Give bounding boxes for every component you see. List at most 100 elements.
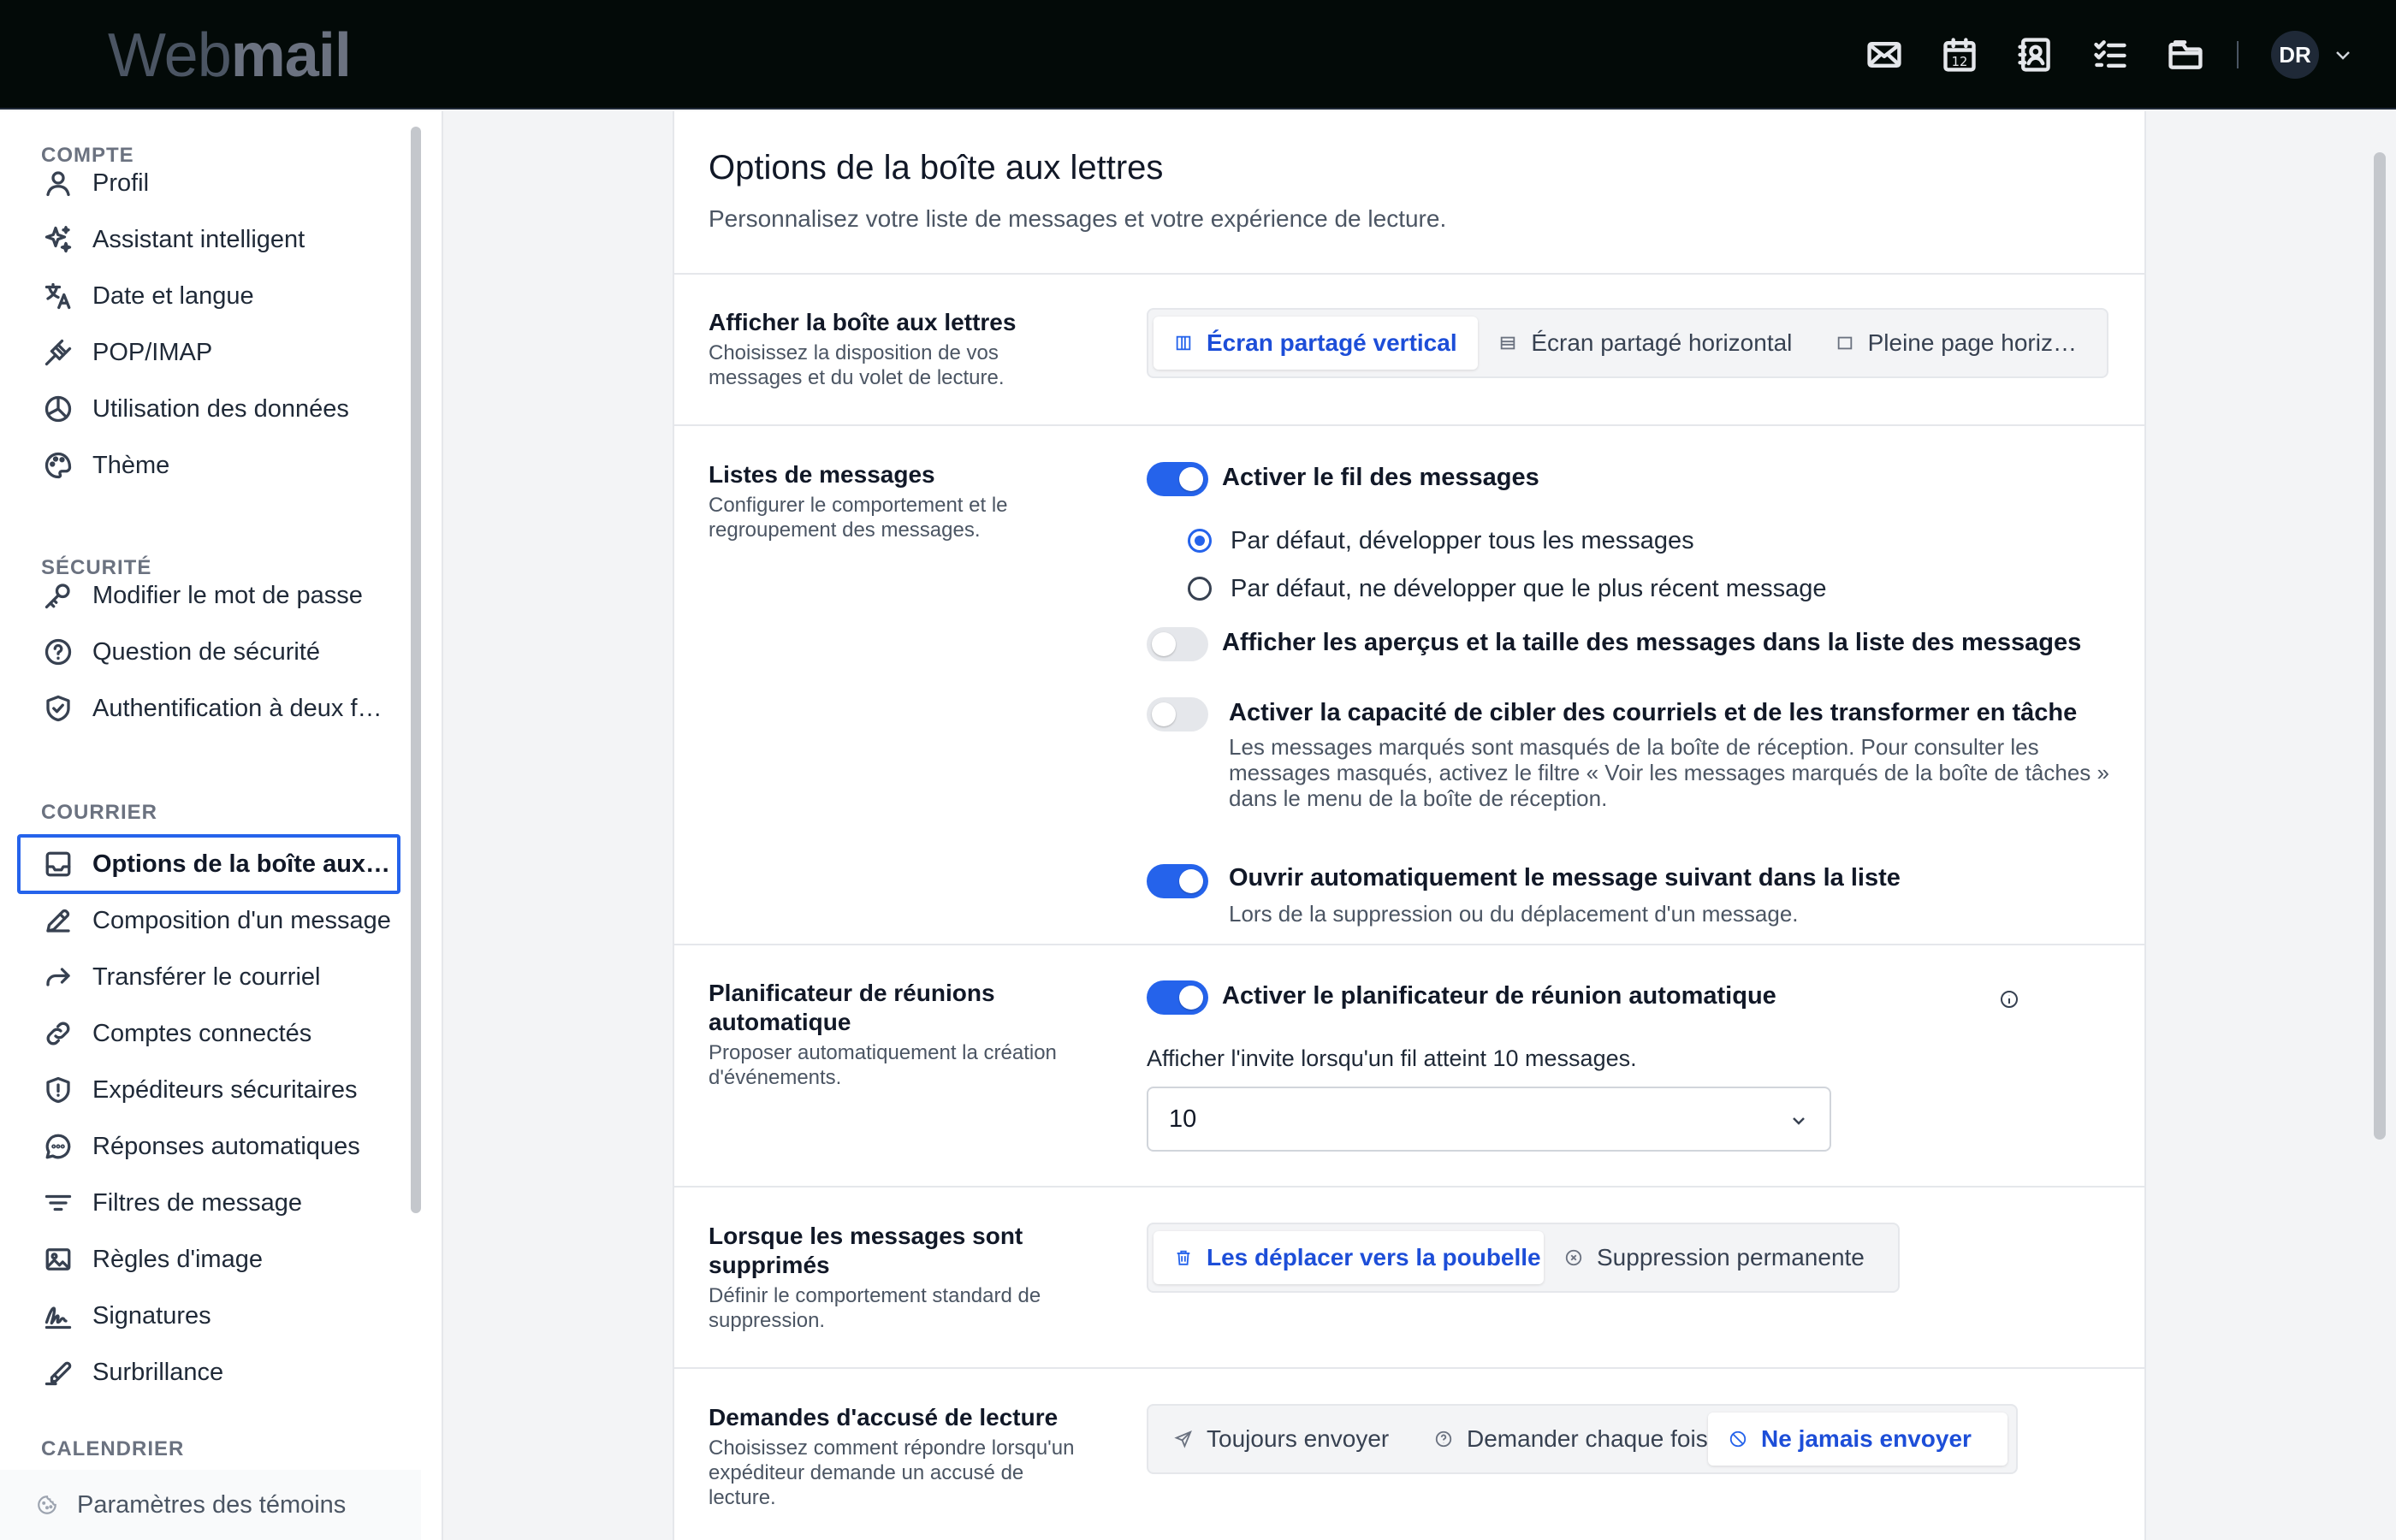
threading-label: Activer le fil des messages bbox=[1222, 464, 1539, 491]
image-icon bbox=[45, 1248, 71, 1270]
mail-icon[interactable] bbox=[1862, 33, 1907, 77]
previews-label: Afficher les aperçus et la taille des me… bbox=[1222, 629, 2082, 656]
layout-option-horizontal[interactable]: Écran partagé horizontal bbox=[1478, 317, 1814, 370]
sidebar-item-deux-facteurs[interactable]: Authentification à deux facteurs bbox=[17, 678, 400, 738]
toggle-knob bbox=[1152, 702, 1176, 726]
sidebar-item-label: Profil bbox=[92, 169, 150, 197]
tasks-help-text: Les messages marqués sont masqués de la … bbox=[1229, 734, 2109, 811]
scheduler-section-title: Planificateur de réunions automatique bbox=[709, 980, 995, 1035]
lists-section-desc: Configurer le comportement et le regroup… bbox=[709, 494, 1008, 542]
sidebar-item-label: POP/IMAP bbox=[92, 338, 213, 366]
layout-option-vertical[interactable]: Écran partagé vertical bbox=[1154, 317, 1479, 370]
threading-toggle[interactable] bbox=[1147, 462, 1208, 496]
section-divider bbox=[674, 424, 2146, 426]
section-header-calendrier: CALENDRIER bbox=[41, 1437, 185, 1460]
sidebar-item-options-boite[interactable]: Options de la boîte aux lettres bbox=[17, 834, 400, 894]
sidebar-item-utilisation-donnees[interactable]: Utilisation des données bbox=[17, 379, 400, 439]
previews-toggle[interactable] bbox=[1147, 627, 1208, 661]
autoopen-toggle[interactable] bbox=[1147, 864, 1208, 898]
question-circle-icon bbox=[44, 638, 72, 666]
sidebar-item-regles-image[interactable]: Règles d'image bbox=[17, 1229, 400, 1289]
threshold-label: Afficher l'invite lorsqu'un fil atteint … bbox=[1147, 1045, 1637, 1071]
sidebar-item-label: Question de sécurité bbox=[92, 637, 320, 666]
topbar-divider bbox=[2237, 41, 2239, 68]
display-section-desc: Choisissez la disposition de vos message… bbox=[709, 341, 1005, 389]
sidebar-item-label: Transférer le courriel bbox=[92, 962, 321, 991]
sidebar-item-composition[interactable]: Composition d'un message bbox=[17, 891, 400, 951]
radio-expand-recent-label: Par défaut, ne développer que le plus ré… bbox=[1231, 575, 1827, 602]
deletion-segmented: Les déplacer vers la poubelle Suppressio… bbox=[1147, 1223, 1900, 1293]
sidebar-item-label: Réponses automatiques bbox=[92, 1132, 360, 1160]
x-circle-icon bbox=[1565, 1249, 1582, 1266]
contacts-icon[interactable] bbox=[2013, 33, 2057, 77]
sidebar-scrollbar[interactable] bbox=[411, 127, 421, 1213]
svg-text:12: 12 bbox=[1952, 55, 1968, 69]
sidebar-item-question-securite[interactable]: Question de sécurité bbox=[17, 622, 400, 682]
forward-arrow-icon bbox=[46, 968, 70, 986]
send-icon bbox=[1174, 1430, 1192, 1448]
sidebar-item-expediteurs[interactable]: Expéditeurs sécuritaires bbox=[17, 1060, 400, 1120]
sidebar-item-mot-de-passe[interactable]: Modifier le mot de passe bbox=[17, 566, 400, 625]
receipts-option-ask[interactable]: Demander chaque fois bbox=[1414, 1413, 1708, 1466]
scheduler-label: Activer le planificateur de réunion auto… bbox=[1222, 982, 1776, 1010]
receipts-option-always[interactable]: Toujours envoyer bbox=[1154, 1413, 1414, 1466]
sidebar-item-label: Comptes connectés bbox=[92, 1019, 312, 1047]
sidebar-item-profil[interactable]: Profil bbox=[17, 153, 400, 213]
radio-expand-recent[interactable] bbox=[1188, 577, 1212, 601]
split-vertical-icon bbox=[1176, 335, 1191, 351]
sidebar-item-filtres[interactable]: Filtres de message bbox=[17, 1173, 400, 1233]
ban-icon bbox=[1729, 1430, 1747, 1448]
sidebar-item-label: Utilisation des données bbox=[92, 394, 349, 423]
cookie-icon bbox=[38, 1496, 56, 1514]
sidebar-item-label: Authentification à deux facteurs bbox=[92, 694, 392, 722]
translate-icon bbox=[44, 282, 71, 310]
chevron-down-icon[interactable] bbox=[2333, 44, 2353, 65]
cookie-settings-link[interactable]: Paramètres des témoins bbox=[0, 1470, 421, 1540]
display-section-title: Afficher la boîte aux lettres bbox=[709, 309, 1017, 335]
info-icon[interactable] bbox=[1999, 989, 2019, 1010]
sidebar-item-surbrillance[interactable]: Surbrillance bbox=[17, 1342, 400, 1402]
top-bar: Webmail 12 DR bbox=[0, 0, 2396, 110]
sidebar-item-comptes-connectes[interactable]: Comptes connectés bbox=[17, 1004, 400, 1063]
webmail-logo[interactable]: Webmail bbox=[108, 19, 352, 92]
sidebar-item-pop-imap[interactable]: POP/IMAP bbox=[17, 323, 400, 382]
receipts-section-desc: Choisissez comment répondre lorsqu'un ex… bbox=[709, 1436, 1075, 1509]
receipts-segmented: Toujours envoyer Demander chaque fois Ne… bbox=[1147, 1404, 2018, 1474]
threshold-select[interactable]: 10 bbox=[1147, 1087, 1831, 1152]
user-icon bbox=[46, 171, 70, 197]
sidebar-item-transferer[interactable]: Transférer le courriel bbox=[17, 947, 400, 1007]
tasks-icon[interactable] bbox=[2088, 33, 2132, 77]
scheduler-section-desc: Proposer automatiquement la création d'é… bbox=[709, 1041, 1057, 1089]
radio-expand-all-label: Par défaut, développer tous les messages bbox=[1231, 527, 1694, 554]
sidebar-item-label: Filtres de message bbox=[92, 1188, 302, 1217]
sidebar-item-assistant[interactable]: Assistant intelligent bbox=[17, 210, 400, 270]
scheduler-toggle[interactable] bbox=[1147, 980, 1208, 1015]
main-scrollbar[interactable] bbox=[2374, 152, 2386, 1140]
radio-expand-all[interactable] bbox=[1188, 529, 1212, 553]
layout-option-full-page[interactable]: Pleine page horizontale bbox=[1815, 317, 2102, 370]
sidebar-item-signatures[interactable]: Signatures bbox=[17, 1286, 400, 1346]
section-divider bbox=[674, 1186, 2146, 1188]
page-subtitle: Personnalisez votre liste de messages et… bbox=[709, 205, 1447, 232]
sidebar-item-label: Assistant intelligent bbox=[92, 225, 305, 253]
sidebar-item-theme[interactable]: Thème bbox=[17, 435, 400, 495]
split-horizontal-icon bbox=[1501, 336, 1515, 350]
section-divider bbox=[674, 273, 2146, 275]
trash-icon bbox=[1177, 1250, 1190, 1265]
sidebar-item-date-langue[interactable]: Date et langue bbox=[17, 266, 400, 326]
tasks-toggle[interactable] bbox=[1147, 697, 1208, 732]
sidebar-item-label: Modifier le mot de passe bbox=[92, 581, 363, 609]
deletion-option-trash[interactable]: Les déplacer vers la poubelle bbox=[1154, 1231, 1544, 1284]
section-divider bbox=[674, 944, 2146, 945]
deletion-option-permanent[interactable]: Suppression permanente bbox=[1544, 1231, 1889, 1284]
calendar-icon[interactable]: 12 bbox=[1937, 33, 1982, 77]
sidebar-item-label: Règles d'image bbox=[92, 1245, 263, 1273]
sidebar-item-reponses-auto[interactable]: Réponses automatiques bbox=[17, 1116, 400, 1176]
tasks-label: Activer la capacité de cibler des courri… bbox=[1229, 699, 2078, 726]
receipts-option-never[interactable]: Ne jamais envoyer bbox=[1708, 1413, 2008, 1466]
full-page-icon bbox=[1837, 336, 1852, 350]
avatar[interactable]: DR bbox=[2271, 31, 2319, 79]
toggle-knob bbox=[1179, 869, 1203, 893]
sidebar-item-label: Composition d'un message bbox=[92, 906, 391, 934]
folder-icon[interactable] bbox=[2163, 33, 2208, 77]
